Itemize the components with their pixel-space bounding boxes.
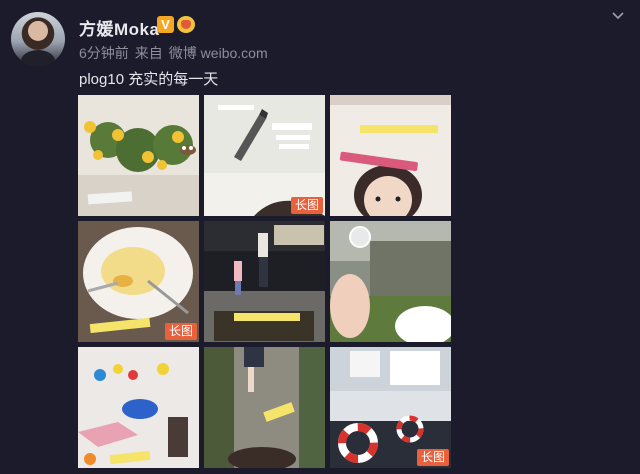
night-walk-photo [204, 221, 325, 342]
long-image-tag: 长图 [416, 449, 449, 466]
crown-badge-icon[interactable] [177, 16, 195, 33]
source-prefix: 来自 [134, 45, 163, 61]
avatar-figure [21, 50, 55, 66]
stone-path-photo [204, 347, 325, 468]
post-text: plog10 充实的每一天 [79, 71, 219, 88]
grid-image-8[interactable] [204, 347, 325, 468]
long-image-tag: 长图 [290, 197, 323, 214]
dandelion-photo [330, 221, 451, 342]
post-time[interactable]: 6分钟前 [79, 43, 129, 63]
author-name[interactable]: 方媛Moka [79, 15, 159, 40]
grid-image-9[interactable]: 长图 [330, 347, 451, 468]
author-avatar[interactable] [11, 12, 65, 66]
grid-image-6[interactable] [330, 221, 451, 342]
grid-image-4[interactable]: 长图 [78, 221, 199, 342]
grid-image-2[interactable]: 长图 [204, 95, 325, 216]
post-meta: 6分钟前 来自 微博 weibo.com [79, 43, 268, 63]
selfie-photo [330, 95, 451, 216]
grid-image-1[interactable] [78, 95, 199, 216]
author-badges: V [157, 16, 195, 33]
chevron-down-icon[interactable] [610, 8, 626, 24]
painting-photo [78, 347, 199, 468]
image-grid: 长图 长图 长图 [78, 95, 452, 474]
grid-image-3[interactable] [330, 95, 451, 216]
sunflower-photo [78, 95, 199, 216]
grid-image-7[interactable] [78, 347, 199, 468]
weibo-post: 方媛Moka V 6分钟前 来自 微博 weibo.com plog10 充实的… [0, 0, 640, 474]
verified-v-icon[interactable]: V [157, 16, 174, 33]
post-source[interactable]: 微博 weibo.com [169, 43, 268, 63]
grid-image-5[interactable] [204, 221, 325, 342]
long-image-tag: 长图 [164, 323, 197, 340]
